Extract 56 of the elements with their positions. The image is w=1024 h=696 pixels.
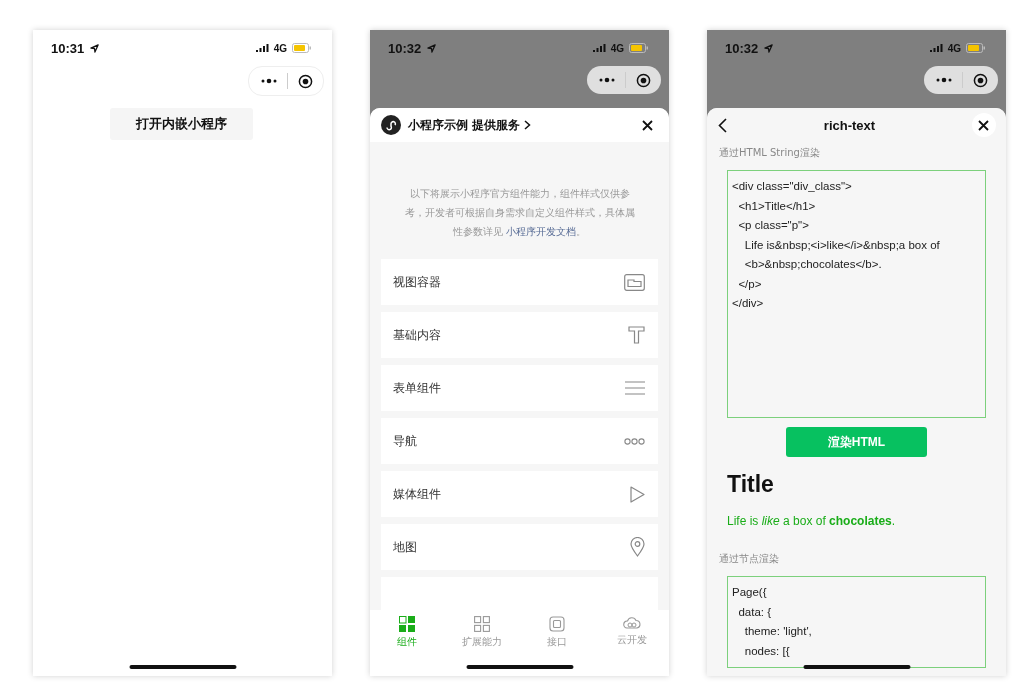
battery-icon bbox=[629, 43, 649, 53]
network-label: 4G bbox=[947, 42, 961, 54]
battery-icon bbox=[966, 43, 986, 53]
capsule-menu[interactable] bbox=[924, 66, 998, 94]
lines-icon bbox=[625, 381, 645, 395]
status-time: 10:32 bbox=[388, 40, 422, 56]
intro-text: 以下将展示小程序官方组件能力，组件样式仅供参考，开发者可根据自身需求自定义组件样式，具体属性参数详见 小程序开发文档。 bbox=[403, 187, 636, 239]
close-icon[interactable] bbox=[641, 119, 653, 131]
status-time: 10:32 bbox=[725, 40, 759, 56]
section-label: 通过节点渲染 bbox=[719, 552, 780, 566]
category-item[interactable]: 基础内容 bbox=[381, 312, 658, 358]
close-target-icon[interactable] bbox=[636, 72, 651, 88]
chip-icon[interactable] bbox=[548, 616, 565, 632]
dots-icon bbox=[624, 437, 645, 445]
grid-icon[interactable] bbox=[399, 616, 416, 632]
category-item[interactable]: 地图 bbox=[381, 524, 658, 570]
back-icon[interactable] bbox=[718, 117, 727, 133]
container-icon bbox=[624, 273, 645, 291]
close-target-icon[interactable] bbox=[973, 72, 988, 88]
rendered-title: Title bbox=[727, 471, 775, 498]
location-arrow-icon bbox=[427, 43, 437, 53]
category-item[interactable]: 导航 bbox=[381, 418, 658, 464]
section-label: 通过HTML String渲染 bbox=[719, 146, 821, 160]
location-arrow-icon bbox=[90, 43, 100, 53]
capsule-menu[interactable] bbox=[587, 66, 661, 94]
capsule-menu[interactable] bbox=[248, 66, 324, 96]
rendered-paragraph: Life is like a box of chocolates. bbox=[727, 514, 897, 528]
map-pin-icon bbox=[630, 537, 645, 557]
html-code-box[interactable]: <div class="div_class"> <h1>Title</h1> <p class="p"> Life is&nbsp;<i>like</i>&nbsp;a box of <b>&nbsp;chocolates</b>. </p> </div> bbox=[727, 170, 986, 418]
cloud-icon[interactable] bbox=[622, 616, 641, 630]
provider-service-link[interactable]: 提供服务 bbox=[472, 116, 520, 134]
battery-icon bbox=[292, 43, 312, 53]
category-item[interactable]: 表单组件 bbox=[381, 365, 658, 411]
network-label: 4G bbox=[273, 42, 287, 54]
provider-name[interactable]: 小程序示例 bbox=[408, 116, 468, 134]
signal-icon bbox=[255, 44, 269, 52]
play-icon bbox=[630, 485, 645, 503]
close-target-icon[interactable] bbox=[298, 73, 313, 89]
miniprogram-logo-icon bbox=[381, 115, 401, 135]
category-item[interactable]: 媒体组件 bbox=[381, 471, 658, 517]
chevron-right-icon[interactable] bbox=[524, 120, 531, 130]
status-time: 10:31 bbox=[51, 40, 85, 56]
more-icon[interactable] bbox=[599, 77, 615, 83]
location-arrow-icon bbox=[764, 43, 774, 53]
network-label: 4G bbox=[610, 42, 624, 54]
close-icon[interactable] bbox=[978, 119, 990, 131]
category-item[interactable]: 视图容器 bbox=[381, 259, 658, 305]
text-t-icon bbox=[628, 326, 645, 344]
more-icon[interactable] bbox=[261, 78, 277, 84]
signal-icon bbox=[929, 44, 943, 52]
signal-icon bbox=[592, 44, 606, 52]
page-title: rich-text bbox=[823, 117, 876, 133]
open-miniprogram-button[interactable]: 打开内嵌小程序 bbox=[109, 108, 253, 140]
close-button[interactable] bbox=[972, 113, 996, 137]
grid-outline-icon[interactable] bbox=[474, 616, 491, 632]
more-icon[interactable] bbox=[936, 77, 952, 83]
